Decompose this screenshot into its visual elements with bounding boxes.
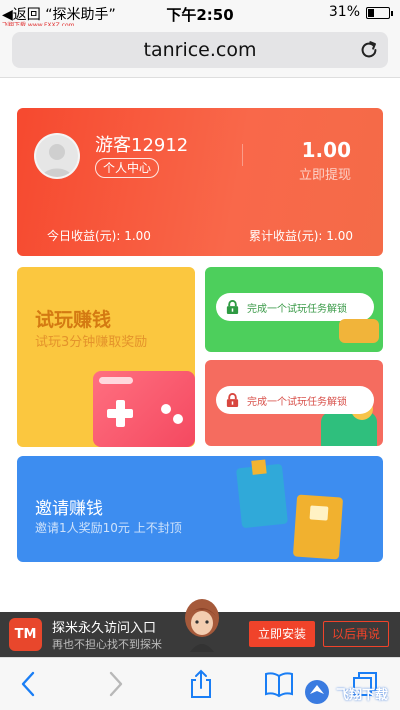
mascot-icon xyxy=(185,599,219,652)
url-text[interactable]: tanrice.com xyxy=(12,39,388,61)
status-bar: ◀返回 “探米助手” 下午2:50 31% 飞翔下载 www.FXXZ.com xyxy=(0,0,400,29)
user-center-button[interactable]: 个人中心 xyxy=(95,158,160,178)
browser-address-area: tanrice.com xyxy=(0,26,400,78)
battery-level xyxy=(368,9,374,17)
watermark-icon xyxy=(305,680,329,704)
later-button[interactable]: 以后再说 xyxy=(323,621,389,647)
withdraw-button[interactable]: 立即提现 xyxy=(299,164,351,183)
battery-percent: 31% xyxy=(328,4,360,20)
trial-earn-title: 试玩赚钱 xyxy=(35,309,112,331)
gamepad-icon xyxy=(93,371,195,447)
unlock-pill: 完成一个试玩任务解锁 xyxy=(216,386,374,414)
address-bar[interactable]: tanrice.com xyxy=(12,32,388,68)
total-income: 累计收益(元): 1.00 xyxy=(249,229,353,243)
chevron-right-icon[interactable] xyxy=(100,669,130,699)
locked-task-tile-2[interactable]: 完成一个试玩任务解锁 xyxy=(205,360,383,446)
avatar[interactable] xyxy=(34,133,80,179)
invite-earn-subtitle: 邀请1人奖励10元 上不封顶 xyxy=(35,521,182,535)
invite-earn-tile[interactable]: 邀请赚钱 邀请1人奖励10元 上不封顶 xyxy=(17,456,383,562)
reload-icon[interactable] xyxy=(358,39,380,61)
trial-earn-tile[interactable]: 试玩赚钱 试玩3分钟赚取奖励 xyxy=(17,267,195,447)
banner-subtitle: 再也不担心找不到探米 xyxy=(52,638,162,651)
trial-earn-subtitle: 试玩3分钟赚取奖励 xyxy=(35,335,148,350)
divider xyxy=(242,144,243,166)
default-avatar-icon xyxy=(41,144,73,177)
locked-task-tile-1[interactable]: 完成一个试玩任务解锁 xyxy=(205,267,383,352)
install-now-button[interactable]: 立即安装 xyxy=(249,621,315,647)
banner-title: 探米永久访问入口 xyxy=(52,621,157,636)
share-icon[interactable] xyxy=(186,669,216,699)
withdraw-amount[interactable]: 1.00 xyxy=(302,138,351,162)
watermark-logo: 飞翔下载 xyxy=(302,678,396,706)
unlock-text: 完成一个试玩任务解锁 xyxy=(247,397,347,408)
card-illustration-icon xyxy=(292,494,344,560)
invite-earn-title: 邀请赚钱 xyxy=(35,499,103,519)
book-icon[interactable] xyxy=(264,669,294,699)
lock-icon xyxy=(226,300,239,315)
battery-icon xyxy=(366,7,393,19)
card-illustration-icon xyxy=(235,459,289,529)
unlock-text: 完成一个试玩任务解锁 xyxy=(247,304,347,315)
watermark-text: 飞翔下载 xyxy=(336,688,389,703)
wallet-icon xyxy=(339,319,379,343)
profile-card: 游客12912 个人中心 1.00 立即提现 今日收益(元): 1.00 累计收… xyxy=(17,108,383,256)
username: 游客12912 xyxy=(95,135,189,156)
app-logo: TM xyxy=(9,618,42,651)
unlock-pill: 完成一个试玩任务解锁 xyxy=(216,293,374,321)
chevron-left-icon[interactable] xyxy=(14,669,44,699)
today-income: 今日收益(元): 1.00 xyxy=(47,229,151,243)
lock-icon xyxy=(226,393,239,408)
